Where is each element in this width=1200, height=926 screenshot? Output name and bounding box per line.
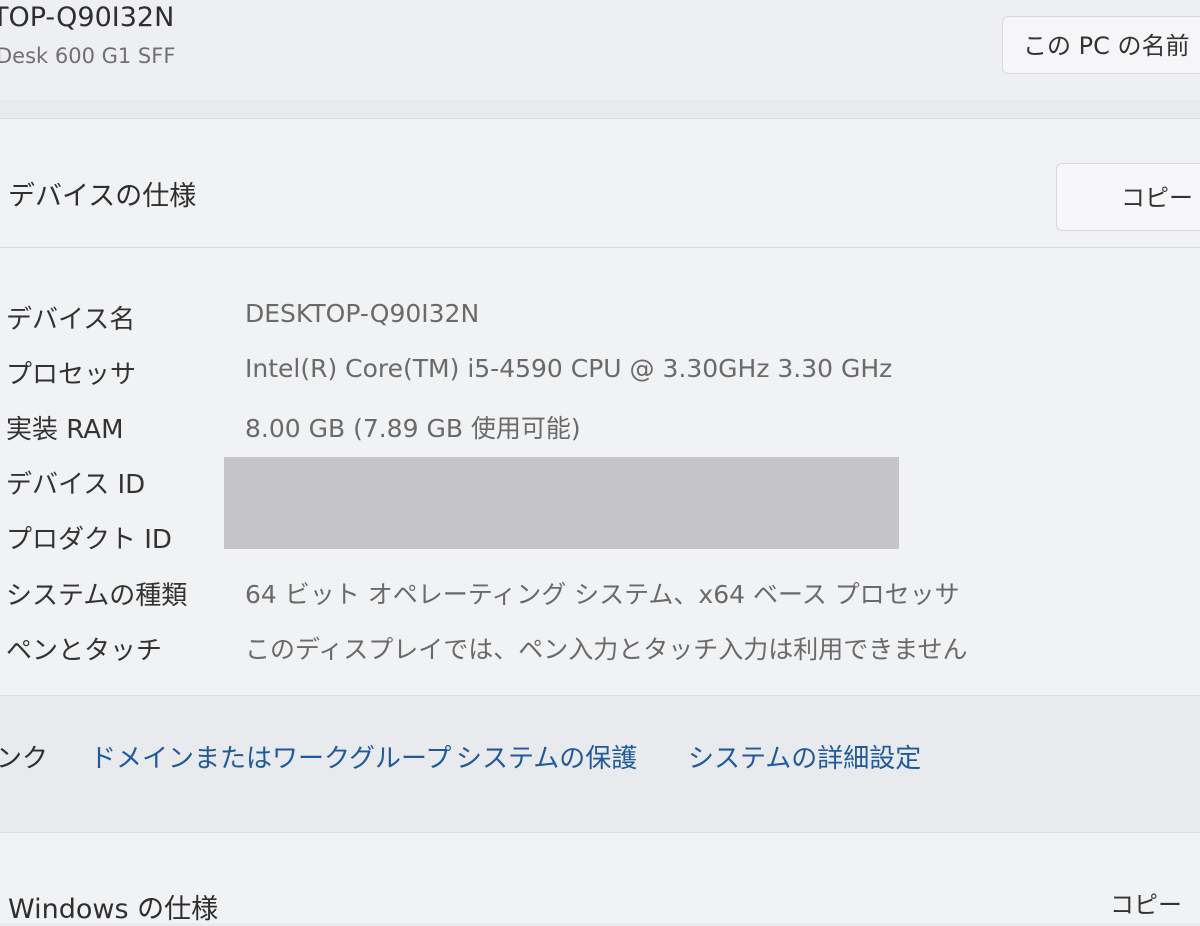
domain-workgroup-link[interactable]: ドメインまたはワークグループ — [90, 738, 451, 775]
spec-label: システムの種類 — [6, 581, 188, 611]
spec-label: プロセッサ — [6, 360, 137, 390]
related-links: ンク ドメインまたはワークグループ システムの保護 システムの詳細設定 — [0, 712, 1200, 812]
windows-specs-card[interactable]: Windows の仕様 コピー — [0, 832, 1200, 925]
device-specs-header[interactable]: デバイスの仕様 コピー — [0, 119, 1200, 248]
advanced-system-settings-link[interactable]: システムの詳細設定 — [688, 738, 921, 775]
spec-value: 64 ビット オペレーティング システム、x64 ベース プロセッサ — [245, 580, 960, 609]
system-protection-link[interactable]: システムの保護 — [456, 738, 637, 775]
spec-value: 8.00 GB (7.89 GB 使用可能) — [245, 414, 581, 443]
spec-value: このディスプレイでは、ペン入力とタッチ入力は利用できません — [245, 635, 968, 664]
device-specs-card: デバイスの仕様 コピー デバイス名 DESKTOP-Q90I32N プロセッサ … — [0, 118, 1200, 696]
windows-specs-title: Windows の仕様 — [8, 894, 219, 925]
copy-device-specs-button[interactable]: コピー — [1056, 163, 1200, 231]
device-specs-title: デバイスの仕様 — [8, 181, 197, 212]
device-model-text: Desk 600 G1 SFF — [0, 44, 176, 68]
spec-label: プロダクト ID — [6, 525, 172, 555]
spec-label: デバイス ID — [6, 470, 146, 500]
device-header: TOP-Q90I32N Desk 600 G1 SFF この PC の名前 — [0, 0, 1200, 100]
device-name-heading: TOP-Q90I32N — [0, 2, 175, 33]
spec-row-ram: 実装 RAM 8.00 GB (7.89 GB 使用可能) — [0, 397, 1200, 453]
spec-label: ペンとタッチ — [6, 636, 163, 666]
spec-value: Intel(R) Core(TM) i5-4590 CPU @ 3.30GHz … — [245, 354, 893, 383]
related-links-label: ンク — [0, 744, 49, 774]
copy-windows-specs-button[interactable]: コピー — [1110, 885, 1182, 920]
rename-pc-button[interactable]: この PC の名前 — [1002, 16, 1200, 74]
spec-value: DESKTOP-Q90I32N — [245, 299, 480, 328]
redaction-block — [224, 457, 899, 549]
spec-row-processor: プロセッサ Intel(R) Core(TM) i5-4590 CPU @ 3.… — [0, 342, 1200, 398]
spec-row-device-name: デバイス名 DESKTOP-Q90I32N — [0, 287, 1200, 343]
spec-row-pen-touch: ペンとタッチ このディスプレイでは、ペン入力とタッチ入力は利用できません — [0, 618, 1200, 674]
spec-label: 実装 RAM — [6, 415, 124, 445]
spec-row-system-type: システムの種類 64 ビット オペレーティング システム、x64 ベース プロセ… — [0, 563, 1200, 619]
spec-label: デバイス名 — [6, 305, 136, 335]
